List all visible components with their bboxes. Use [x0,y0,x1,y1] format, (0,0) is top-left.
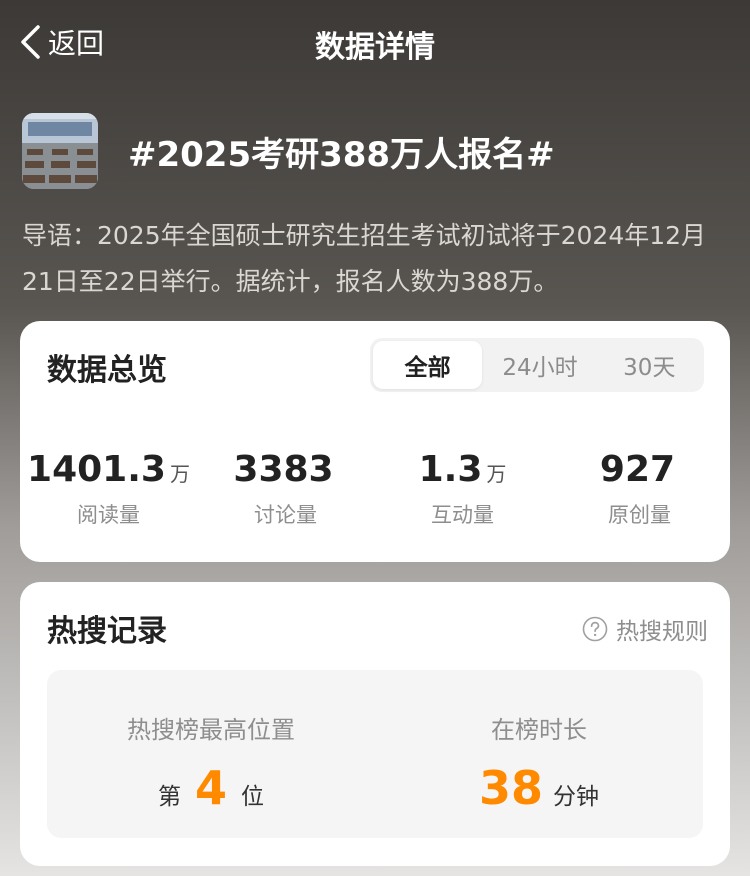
time-on-list-label: 在榜时长 [491,716,587,744]
tab-24h[interactable]: 24小时 [485,338,594,392]
stat-discussions: 3383 讨论量 [197,449,374,529]
rules-label: 热搜规则 [616,619,708,645]
tab-30d[interactable]: 30天 [595,338,704,392]
question-circle-icon [582,616,608,642]
topic-thumbnail [22,113,98,189]
stat-unit: 万 [169,462,190,486]
stat-label: 互动量 [431,503,494,527]
highest-position-label: 热搜榜最高位置 [127,716,295,744]
stat-value: 927 [599,449,676,490]
stat-value: 1.3 [418,449,483,490]
stat-label: 原创量 [608,503,671,527]
duration-unit: 分钟 [553,784,599,810]
overview-title: 数据总览 [47,353,167,388]
overview-card: 数据总览 全部 24小时 30天 1401.3 万 阅读量 3383 讨论量 1… [20,321,730,562]
hot-search-rules-link[interactable]: 热搜规则 [582,612,708,646]
rank-value: 4 [194,761,227,815]
topic-intro: 导语：2025年全国硕士研究生招生考试初试将于2024年12月21日至22日举行… [22,221,707,296]
rank-prefix: 第 [157,784,181,810]
tab-all[interactable]: 全部 [373,341,483,389]
hot-search-title: 热搜记录 [47,614,167,649]
topic-header: #2025考研388万人报名# [22,113,555,189]
time-range-tabs: 全部 24小时 30天 [370,338,704,392]
stat-value: 1401.3 [27,449,166,490]
hot-search-card: 热搜记录 热搜规则 热搜榜最高位置 第 4 位 在榜时长 38 分钟 [20,582,730,866]
highest-position: 热搜榜最高位置 第 4 位 [47,670,375,838]
stat-value: 3383 [233,449,334,490]
stat-originals: 927 原创量 [551,449,728,529]
stat-interactions: 1.3 万 互动量 [374,449,551,529]
hot-search-stats: 热搜榜最高位置 第 4 位 在榜时长 38 分钟 [47,670,703,838]
stats-row: 1401.3 万 阅读量 3383 讨论量 1.3 万 互动量 927 原创量 [20,449,730,529]
stat-label: 讨论量 [254,503,317,527]
topic-title: #2025考研388万人报名# [128,134,555,175]
page-title: 数据详情 [315,30,435,65]
duration-value: 38 [478,761,543,815]
time-on-list: 在榜时长 38 分钟 [375,670,703,838]
stat-label: 阅读量 [77,503,140,527]
nav-bar: 返回 数据详情 [0,0,750,84]
rank-suffix: 位 [241,784,264,810]
stat-unit: 万 [486,462,507,486]
stat-reads: 1401.3 万 阅读量 [20,449,197,529]
